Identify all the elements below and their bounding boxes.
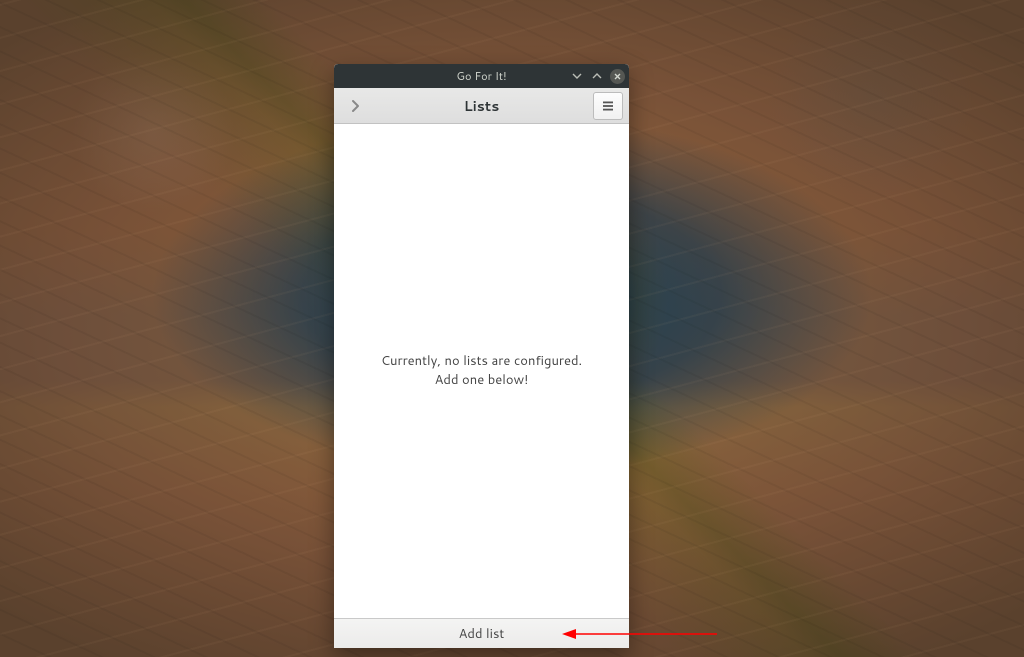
hamburger-icon (601, 99, 615, 113)
window-maximize-button[interactable] (590, 69, 604, 83)
main-content-area: Currently, no lists are configured. Add … (334, 124, 629, 618)
empty-state-line2: Add one below! (435, 371, 529, 389)
header-bar: Lists (334, 88, 629, 124)
empty-state-line1: Currently, no lists are configured. (381, 352, 582, 370)
chevron-right-icon (348, 99, 362, 113)
empty-state-message: Currently, no lists are configured. Add … (334, 352, 629, 390)
window-titlebar[interactable]: Go For It! (334, 64, 629, 88)
add-list-label: Add list (459, 625, 505, 643)
window-title-text: Go For It! (456, 68, 506, 84)
add-list-button[interactable]: Add list (334, 618, 629, 648)
menu-button[interactable] (593, 92, 623, 120)
window-minimize-button[interactable] (570, 69, 584, 83)
back-button[interactable] (340, 92, 370, 120)
app-window: Go For It! Lists Cu (334, 64, 629, 648)
header-title: Lists (334, 96, 629, 116)
window-controls (570, 64, 625, 88)
window-close-button[interactable] (610, 69, 625, 84)
